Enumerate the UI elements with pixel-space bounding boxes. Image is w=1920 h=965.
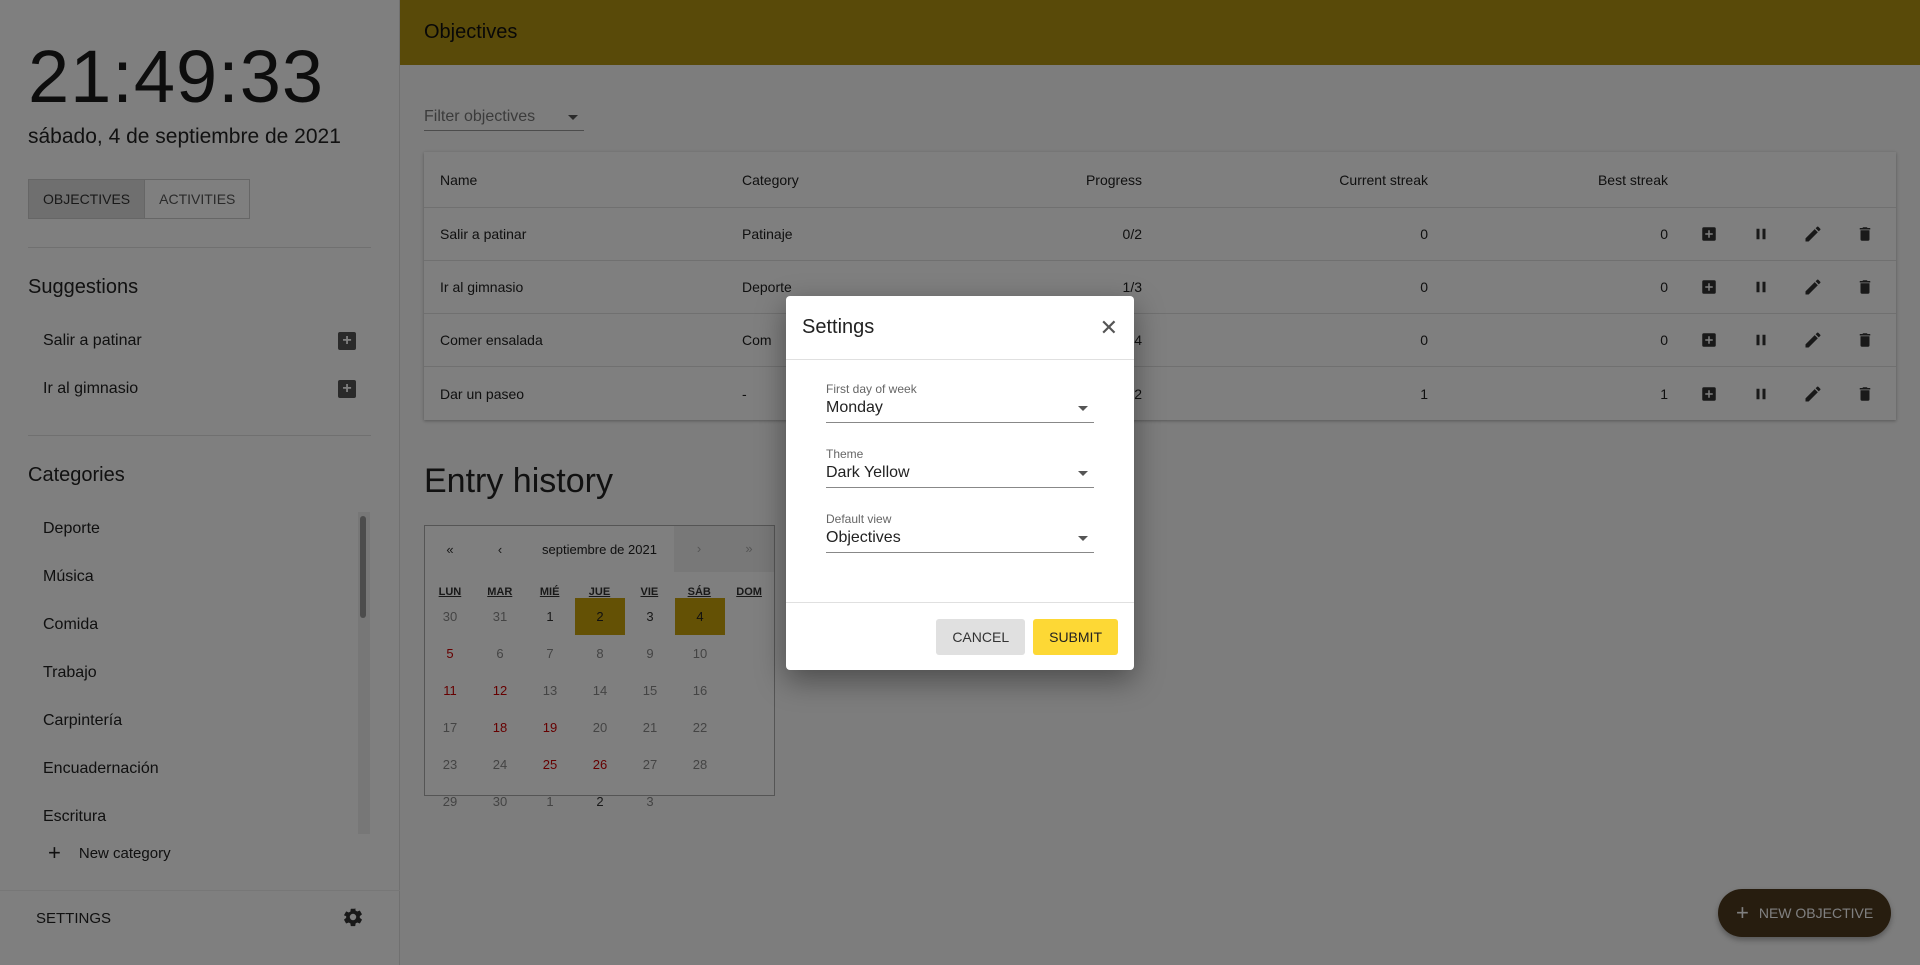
default-view-field: Default view Objectives bbox=[826, 512, 1094, 553]
submit-button[interactable]: SUBMIT bbox=[1033, 618, 1118, 655]
cancel-button[interactable]: CANCEL bbox=[936, 618, 1026, 655]
select-value: Monday bbox=[826, 399, 883, 416]
theme-select[interactable]: Dark Yellow bbox=[826, 461, 1094, 488]
field-label: Theme bbox=[826, 447, 864, 461]
caret-down-icon bbox=[1078, 535, 1088, 541]
field-label: First day of week bbox=[826, 382, 917, 396]
close-icon[interactable]: ✕ bbox=[1100, 315, 1118, 341]
theme-field: Theme Dark Yellow bbox=[826, 447, 1094, 488]
dialog-footer: CANCEL SUBMIT bbox=[786, 602, 1134, 670]
settings-dialog: Settings ✕ First day of week Monday Them… bbox=[786, 296, 1134, 670]
dialog-header: Settings ✕ bbox=[786, 296, 1134, 360]
select-value: Objectives bbox=[826, 529, 901, 546]
field-label: Default view bbox=[826, 512, 892, 526]
dialog-title: Settings bbox=[802, 316, 875, 338]
dialog-body: First day of week Monday Theme Dark Yell… bbox=[786, 360, 1134, 553]
first-day-field: First day of week Monday bbox=[826, 382, 1094, 423]
caret-down-icon bbox=[1078, 470, 1088, 476]
first-day-select[interactable]: Monday bbox=[826, 396, 1094, 423]
default-view-select[interactable]: Objectives bbox=[826, 526, 1094, 553]
caret-down-icon bbox=[1078, 405, 1088, 411]
select-value: Dark Yellow bbox=[826, 464, 910, 481]
